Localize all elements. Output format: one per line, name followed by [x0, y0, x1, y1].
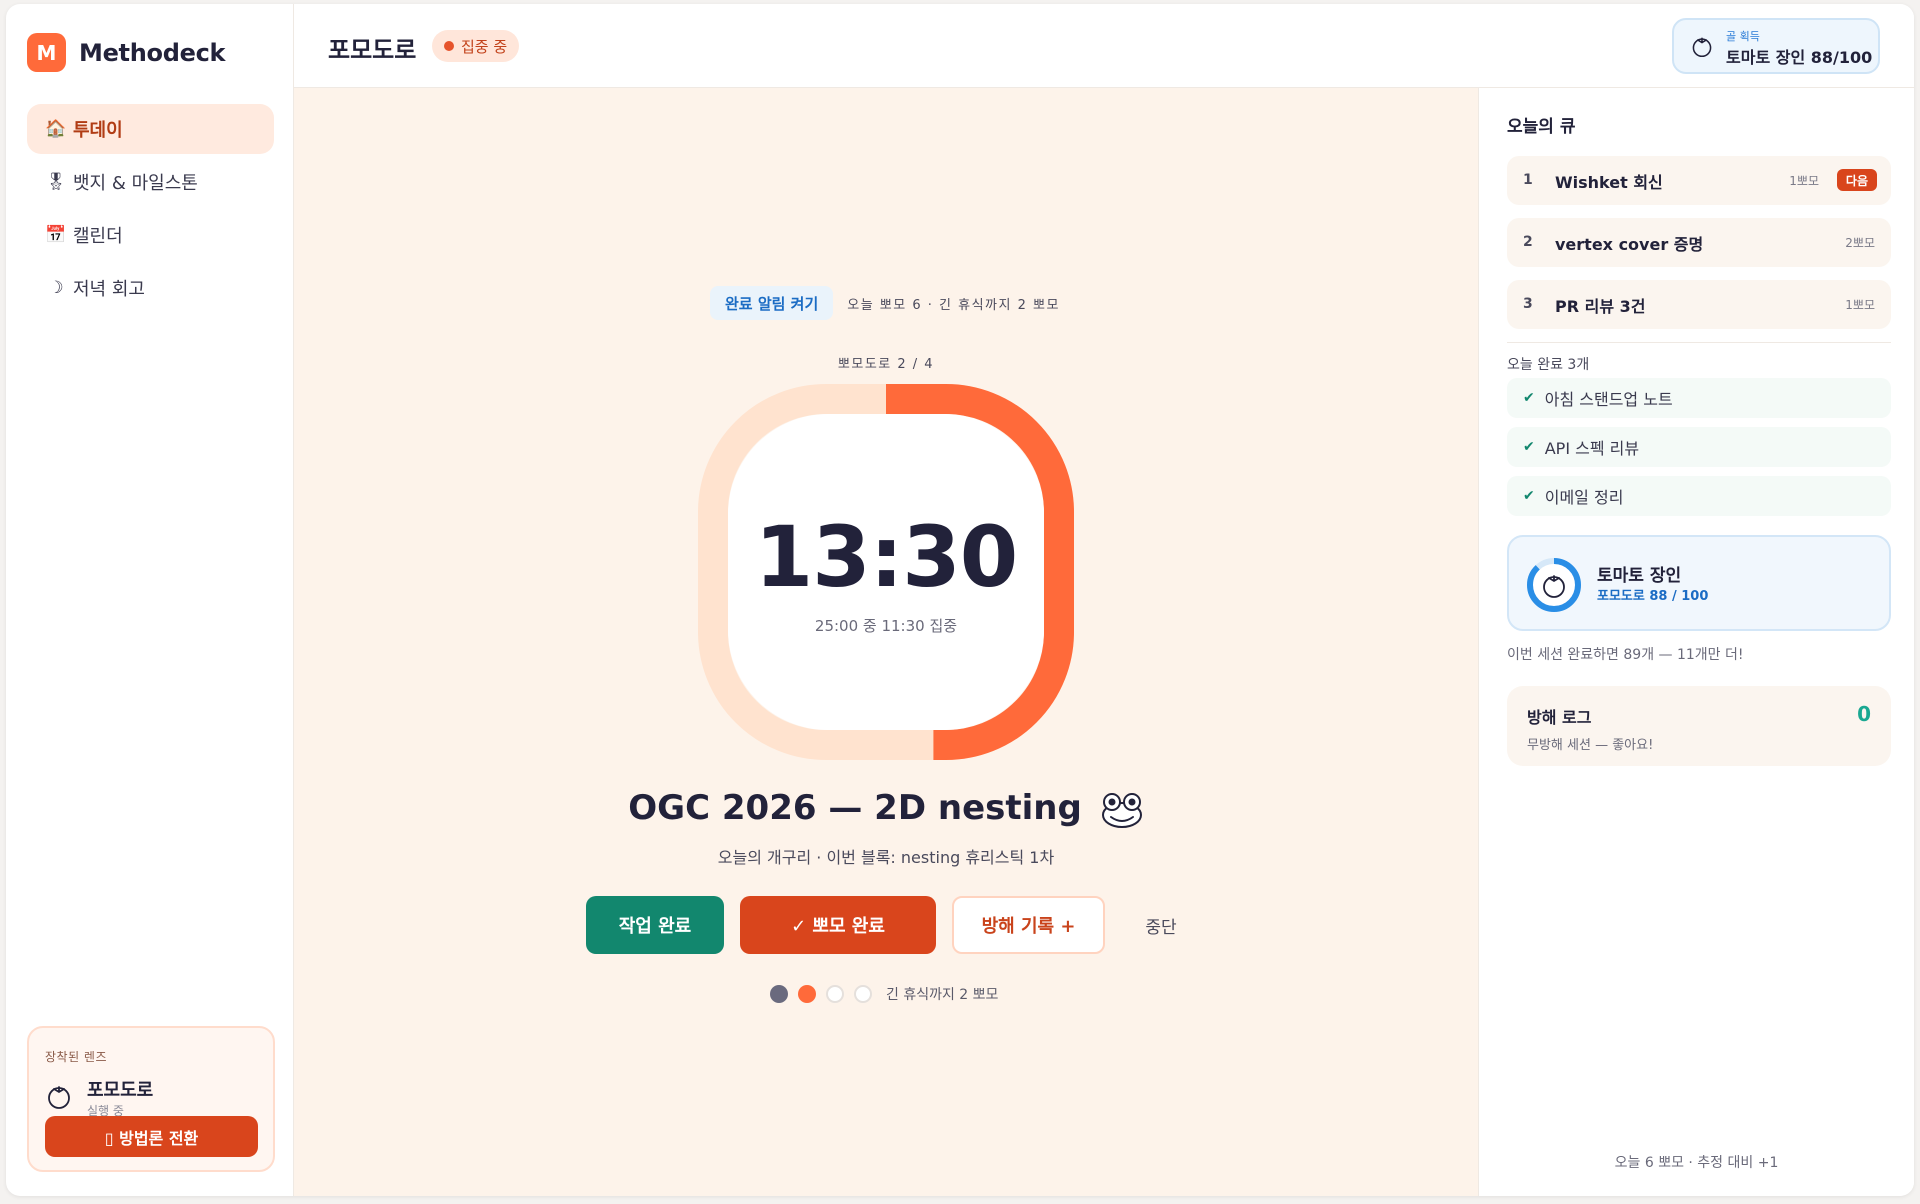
sidebar-item-today[interactable]: 🏠 투데이 — [27, 104, 274, 154]
medal-icon: 🎖 — [45, 172, 67, 192]
queue-title: 오늘의 큐 — [1507, 117, 1576, 137]
done-item-label: 아침 스탠드업 노트 — [1544, 390, 1673, 409]
brand-logo: M — [27, 33, 66, 72]
footer-stat: 오늘 6 뽀모 · 추정 대비 +1 — [1614, 1155, 1779, 1171]
queue-item[interactable]: 3 PR 리뷰 3건 1뽀모 — [1507, 280, 1891, 329]
sidebar: M Methodeck 🏠 투데이 🎖 뱃지 & 마일스톤 📅 캘린더 ☽ 저녁… — [6, 4, 294, 1196]
status-text: 집중 중 — [461, 37, 508, 56]
home-icon: 🏠 — [45, 119, 67, 139]
status-badge: 집중 중 — [432, 30, 520, 62]
round-dot-current — [798, 985, 816, 1003]
lens-title: 포모도로 — [87, 1080, 154, 1101]
check-icon: ✔ — [1523, 488, 1535, 504]
queue-item-estimate: 2뽀모 — [1845, 236, 1875, 250]
badge-progress-text: 포모도로 88 / 100 — [1597, 589, 1709, 604]
done-item-label: 이메일 정리 — [1544, 488, 1624, 507]
sidebar-item-calendar[interactable]: 📅 캘린더 — [27, 210, 274, 260]
done-item-label: API 스펙 리뷰 — [1544, 439, 1640, 458]
done-item[interactable]: ✔ 아침 스탠드업 노트 — [1507, 378, 1891, 418]
today-summary: 오늘 뽀모 6 · 긴 휴식까지 2 뽀모 — [847, 297, 1060, 313]
round-dots-label: 긴 휴식까지 2 뽀모 — [886, 987, 999, 1003]
status-dot — [444, 41, 454, 51]
done-item[interactable]: ✔ 이메일 정리 — [1507, 476, 1891, 516]
timer-top-row: 완료 알림 켜기 오늘 뽀모 6 · 긴 휴식까지 2 뽀모 — [710, 286, 1060, 320]
badge-progress-ring — [1527, 558, 1581, 612]
equipped-lens-card: 장착된 렌즈 포모도로 실행 중 ▯ 방법론 전환 — [27, 1026, 275, 1172]
lens-label: 장착된 렌즈 — [45, 1050, 108, 1064]
enable-notification-button[interactable]: 완료 알림 켜기 — [710, 286, 834, 320]
round-dot-pending — [854, 985, 872, 1003]
round-dot-complete — [770, 985, 788, 1003]
task-title: OGC 2026 — 2D nesting — [294, 788, 1478, 829]
distraction-count: 0 — [1857, 702, 1871, 726]
divider — [1507, 342, 1891, 343]
pomodoro-done-button[interactable]: ✓ 뽀모 완료 — [740, 896, 936, 954]
queue-item[interactable]: 1 Wishket 회신 1뽀모 다음 — [1507, 156, 1891, 205]
queue-item-label: PR 리뷰 3건 — [1555, 297, 1646, 316]
check-icon: ✔ — [1523, 439, 1535, 455]
badge-title: 토마토 장인 — [1597, 566, 1682, 586]
queue-item-number: 3 — [1523, 296, 1533, 312]
right-panel: 오늘의 큐 1 Wishket 회신 1뽀모 다음 2 vertex cover… — [1478, 88, 1914, 1196]
timer-actions: 작업 완료 ✓ 뽀모 완료 방해 기록 + 중단 — [586, 896, 1201, 954]
tomato-icon — [48, 1086, 70, 1109]
sidebar-item-label: 뱃지 & 마일스톤 — [73, 173, 198, 194]
page-title: 포모도로 — [328, 36, 417, 64]
sidebar-item-evening-review[interactable]: ☽ 저녁 회고 — [27, 263, 274, 313]
header: 포모도로 집중 중 골 획득 토마토 장인 88/100 — [294, 4, 1914, 88]
task-subtitle: 오늘의 개구리 · 이번 블록: nesting 휴리스틱 1차 — [717, 848, 1055, 867]
app-window: M Methodeck 🏠 투데이 🎖 뱃지 & 마일스톤 📅 캘린더 ☽ 저녁… — [6, 4, 1914, 1196]
sidebar-nav: 🏠 투데이 🎖 뱃지 & 마일스톤 📅 캘린더 ☽ 저녁 회고 — [27, 104, 274, 316]
queue-item-number: 2 — [1523, 234, 1533, 250]
sidebar-item-label: 저녁 회고 — [73, 279, 145, 300]
round-label: 뽀모도로 2 / 4 — [837, 357, 935, 372]
queue-item[interactable]: 2 vertex cover 증명 2뽀모 — [1507, 218, 1891, 267]
sidebar-item-label: 투데이 — [73, 120, 123, 141]
goal-kicker: 골 획득 — [1726, 30, 1760, 43]
done-item[interactable]: ✔ API 스펙 리뷰 — [1507, 427, 1891, 467]
timer-panel: 완료 알림 켜기 오늘 뽀모 6 · 긴 휴식까지 2 뽀모 뽀모도로 2 / … — [294, 88, 1478, 1196]
round-dots: 긴 휴식까지 2 뽀모 — [770, 984, 998, 1004]
done-title: 오늘 완료 3개 — [1507, 357, 1590, 373]
moon-icon: ☽ — [48, 278, 64, 298]
queue-item-label: Wishket 회신 — [1555, 173, 1663, 192]
tomato-icon — [1692, 37, 1712, 58]
sidebar-item-badges[interactable]: 🎖 뱃지 & 마일스톤 — [27, 157, 274, 207]
queue-item-number: 1 — [1523, 172, 1533, 188]
goal-chip[interactable]: 골 획득 토마토 장인 88/100 — [1672, 18, 1880, 74]
brand[interactable]: M Methodeck — [27, 33, 225, 72]
distraction-log-card[interactable]: 방해 로그 0 무방해 세션 — 좋아요! — [1507, 686, 1891, 766]
distraction-log-subtitle: 무방해 세션 — 좋아요! — [1527, 738, 1654, 753]
queue-item-estimate: 1뽀모 — [1845, 298, 1875, 312]
distraction-log-title: 방해 로그 — [1527, 708, 1592, 727]
stop-button[interactable]: 중단 — [1121, 896, 1201, 954]
task-done-button[interactable]: 작업 완료 — [586, 896, 724, 954]
badge-note: 이번 세션 완료하면 89개 — 11개만 더! — [1507, 647, 1744, 663]
goal-text: 토마토 장인 88/100 — [1726, 48, 1873, 67]
badge-progress-card[interactable]: 토마토 장인 포모도로 88 / 100 — [1507, 535, 1891, 631]
timer-subtext: 25:00 중 11:30 집중 — [814, 617, 958, 635]
next-badge: 다음 — [1836, 169, 1877, 191]
log-distraction-button[interactable]: 방해 기록 + — [952, 896, 1105, 954]
round-dot-pending — [826, 985, 844, 1003]
queue-item-estimate: 1뽀모 — [1789, 174, 1819, 188]
task-title-text: OGC 2026 — 2D nesting — [628, 788, 1082, 828]
switch-methodology-button[interactable]: ▯ 방법론 전환 — [45, 1116, 258, 1157]
calendar-icon: 📅 — [45, 225, 67, 245]
timer-display: 13:30 — [754, 508, 1018, 606]
frog-icon — [1101, 792, 1142, 828]
check-icon: ✔ — [1523, 390, 1535, 406]
brand-name: Methodeck — [79, 38, 226, 67]
sidebar-item-label: 캘린더 — [73, 226, 123, 247]
queue-item-label: vertex cover 증명 — [1555, 235, 1704, 254]
